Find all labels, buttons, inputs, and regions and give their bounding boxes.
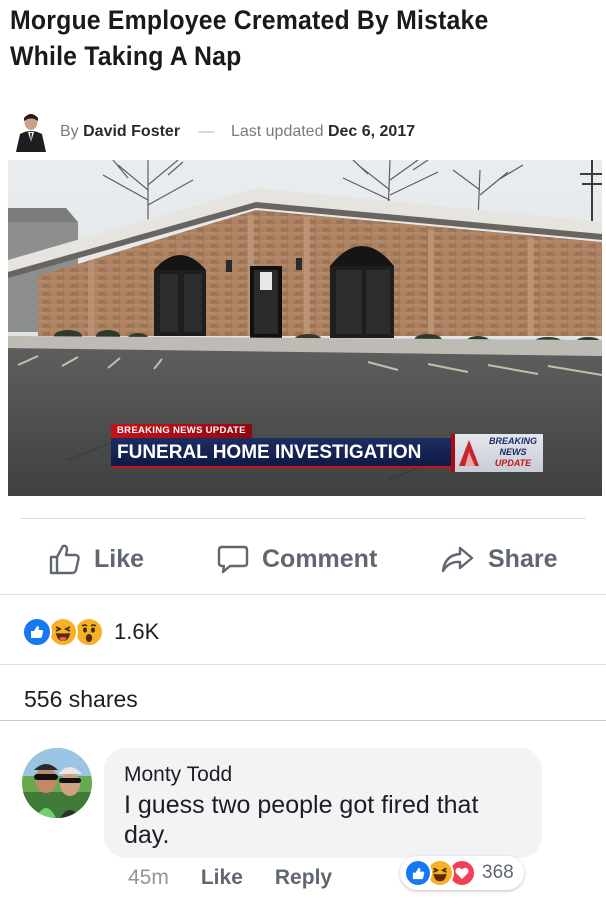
headline-line-2: While Taking A Nap xyxy=(10,41,242,71)
comment-label: Comment xyxy=(262,544,378,573)
like-icon xyxy=(22,617,52,647)
updated-prefix: Last updated xyxy=(230,123,324,140)
article-photo[interactable]: BREAKING NEWS UPDATE FUNERAL HOME INVEST… xyxy=(8,160,602,496)
comment-bubble: Monty Todd I guess two people got fired … xyxy=(104,748,542,858)
comment-icon xyxy=(217,545,249,574)
byline-text: By David Foster — Last updated Dec 6, 20… xyxy=(60,123,415,141)
comment-reaction-count: 368 xyxy=(482,862,514,883)
badge-line-2: NEWS xyxy=(499,447,527,457)
comment-meta: 45m Like Reply xyxy=(128,866,332,890)
divider xyxy=(0,720,606,721)
like-label: Like xyxy=(94,544,145,573)
badge-line-1: BREAKING xyxy=(488,436,537,446)
author-name[interactable]: David Foster xyxy=(83,123,180,140)
breaking-news-badge: BREAKING NEWS UPDATE xyxy=(451,434,543,472)
headline-line-1: Morgue Employee Cremated By Mistake xyxy=(10,5,489,35)
post-reactions[interactable]: 1.6K xyxy=(22,612,159,652)
share-label: Share xyxy=(488,544,558,573)
wow-icon xyxy=(74,617,104,647)
news-logo-icon xyxy=(459,440,479,466)
like-button[interactable]: Like xyxy=(48,528,144,590)
by-prefix: By xyxy=(60,123,79,140)
comment-reactions[interactable]: 368 xyxy=(400,856,524,890)
breaking-news-label: BREAKING NEWS UPDATE xyxy=(111,424,252,438)
comment-reply-link[interactable]: Reply xyxy=(275,866,332,890)
comment-like-link[interactable]: Like xyxy=(201,866,243,890)
share-count[interactable]: 556 shares xyxy=(24,686,138,713)
author-avatar xyxy=(16,114,46,152)
divider xyxy=(20,518,586,519)
divider xyxy=(0,594,606,595)
like-icon xyxy=(404,859,432,887)
share-icon xyxy=(441,546,474,573)
chyron-headline: FUNERAL HOME INVESTIGATION xyxy=(111,438,451,468)
article-byline: By David Foster — Last updated Dec 6, 20… xyxy=(12,110,602,154)
divider xyxy=(0,664,606,665)
comment-timestamp[interactable]: 45m xyxy=(128,866,169,890)
share-button[interactable]: Share xyxy=(440,528,557,590)
post-action-bar: Like Comment Share xyxy=(0,528,606,590)
badge-line-3: UPDATE xyxy=(494,458,532,468)
article-headline[interactable]: Morgue Employee Cremated By Mistake Whil… xyxy=(10,2,553,74)
byline-separator: — xyxy=(198,123,215,140)
haha-icon xyxy=(48,617,78,647)
reaction-count: 1.6K xyxy=(114,619,160,644)
comment-text: I guess two people got fired that day. xyxy=(124,791,479,849)
thumbs-up-icon xyxy=(49,544,80,575)
news-chyron: BREAKING NEWS UPDATE FUNERAL HOME INVEST… xyxy=(111,424,543,472)
comment-author[interactable]: Monty Todd xyxy=(124,762,522,788)
updated-date: Dec 6, 2017 xyxy=(327,123,416,140)
comment-button[interactable]: Comment xyxy=(216,528,377,590)
commenter-avatar[interactable] xyxy=(22,748,92,818)
